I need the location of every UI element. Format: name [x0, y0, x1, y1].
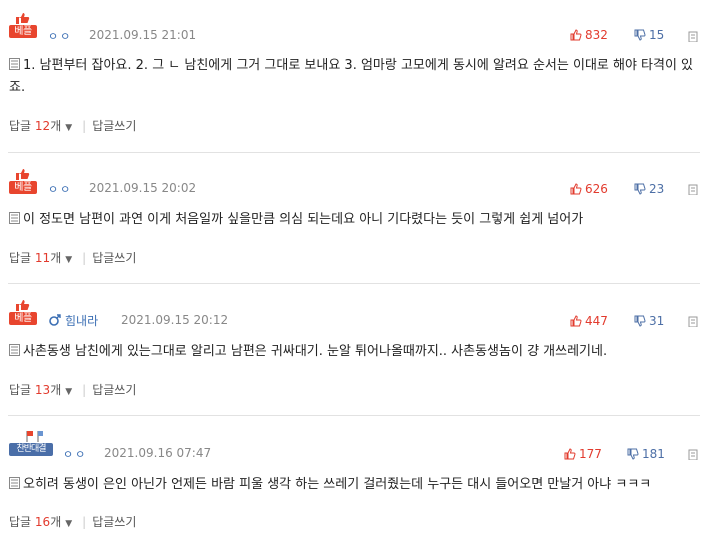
best-badge: 베플: [9, 168, 37, 194]
downvote-button[interactable]: 15: [634, 28, 664, 42]
upvote-button[interactable]: 177: [564, 447, 602, 461]
divider: [8, 283, 700, 284]
downvote-button[interactable]: 181: [627, 447, 665, 461]
separator: |: [82, 119, 87, 133]
comment-datetime: 2021.09.16 07:47: [104, 446, 212, 460]
badge-label: 베플: [9, 181, 37, 194]
comment-datetime: 2021.09.15 20:12: [121, 313, 229, 327]
reply-row: 답글 13개 ▼ | 답글쓰기: [9, 381, 136, 398]
thumbs-up-icon: [564, 448, 576, 460]
thumbs-down-icon: [634, 29, 646, 41]
report-icon[interactable]: [688, 183, 700, 195]
reply-toggle[interactable]: 답글 11개 ▼: [9, 251, 76, 265]
reply-row: 답글 11개 ▼ | 답글쓰기: [9, 249, 136, 266]
report-icon[interactable]: [688, 30, 700, 42]
separator: |: [82, 383, 87, 397]
thumbs-up-icon: [16, 169, 30, 180]
upvote-button[interactable]: 626: [570, 182, 608, 196]
write-reply-link[interactable]: 답글쓰기: [92, 515, 136, 529]
badge-label: 베플: [9, 312, 37, 325]
reply-row: 답글 16개 ▼ | 답글쓰기: [9, 513, 136, 530]
badge-label: 찬반대결: [9, 443, 53, 456]
divider: [8, 415, 700, 416]
comment-text: 오히려 동생이 은인 아닌가 언제든 바람 피울 생각 하는 쓰레기 걸러줬는데…: [9, 474, 699, 496]
comment-list: 베플 ㅇㅇ 2021.09.15 21:01 832 15 1. 남편부터 잡아…: [0, 0, 720, 542]
chevron-down-icon: ▼: [65, 123, 73, 133]
thumbs-down-icon: [627, 448, 639, 460]
comment-text: 이 정도면 남편이 과연 이게 처음일까 싶을만큼 의심 되는데요 아니 기다렸…: [9, 209, 699, 231]
comment-text: 1. 남편부터 잡아요. 2. 그 ㄴ 남친에게 그거 그대로 보내요 3. 엄…: [9, 58, 694, 95]
upvote-button[interactable]: 832: [570, 28, 608, 42]
author-nick[interactable]: ㅇㅇ: [48, 28, 72, 44]
thumbs-up-icon: [16, 13, 30, 24]
report-icon[interactable]: [688, 448, 700, 460]
best-badge: 베플: [9, 299, 37, 325]
downvote-button[interactable]: 31: [634, 314, 664, 328]
reply-toggle[interactable]: 답글 16개 ▼: [9, 515, 76, 529]
badge-label: 베플: [9, 25, 37, 38]
chevron-down-icon: ▼: [65, 387, 73, 397]
chevron-down-icon: ▼: [65, 255, 73, 265]
thumbs-down-icon: [634, 315, 646, 327]
document-icon: [9, 58, 20, 70]
report-icon[interactable]: [688, 315, 700, 327]
separator: |: [82, 515, 87, 529]
comment-datetime: 2021.09.15 21:01: [89, 28, 197, 42]
divider: [8, 152, 700, 153]
thumbs-up-icon: [570, 183, 582, 195]
chevron-down-icon: ▼: [65, 519, 73, 529]
best-badge: 베플: [9, 12, 37, 38]
comment-text: 사촌동생 남친에게 있는그대로 알리고 남편은 귀싸대기. 눈알 튀어나올때까지…: [9, 341, 699, 363]
author-nick[interactable]: ㅇㅇ: [48, 181, 72, 197]
write-reply-link[interactable]: 답글쓰기: [92, 119, 136, 133]
thumbs-down-icon: [634, 183, 646, 195]
reply-row: 답글 12개 ▼ | 답글쓰기: [9, 117, 136, 134]
author-nick[interactable]: 힘내라: [48, 312, 98, 329]
document-icon: [9, 212, 20, 224]
comment-datetime: 2021.09.15 20:02: [89, 181, 197, 195]
thumbs-up-icon: [570, 29, 582, 41]
upvote-button[interactable]: 447: [570, 314, 608, 328]
flags-icon: [26, 431, 43, 442]
downvote-button[interactable]: 23: [634, 182, 664, 196]
separator: |: [82, 251, 87, 265]
reply-toggle[interactable]: 답글 13개 ▼: [9, 383, 76, 397]
write-reply-link[interactable]: 답글쓰기: [92, 383, 136, 397]
male-icon: [49, 314, 61, 326]
write-reply-link[interactable]: 답글쓰기: [92, 251, 136, 265]
document-icon: [9, 477, 20, 489]
document-icon: [9, 344, 20, 356]
thumbs-up-icon: [570, 315, 582, 327]
reply-toggle[interactable]: 답글 12개 ▼: [9, 119, 76, 133]
thumbs-up-icon: [16, 300, 30, 311]
debate-badge: 찬반대결: [9, 430, 53, 456]
author-nick[interactable]: ㅇㅇ: [63, 446, 87, 462]
